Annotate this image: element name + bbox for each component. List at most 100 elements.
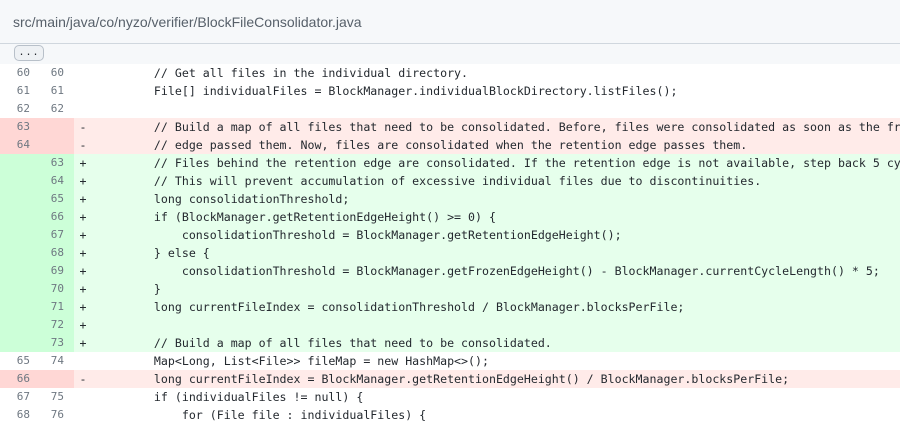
gutter-spacer xyxy=(64,352,74,370)
diff-line-added: 65 + long consolidationThreshold; xyxy=(0,190,900,208)
diff-line-context: 65 74 Map<Long, List<File>> fileMap = new… xyxy=(0,352,900,370)
new-line-number[interactable]: 75 xyxy=(30,388,64,406)
old-line-number[interactable] xyxy=(0,280,30,298)
new-line-number[interactable]: 74 xyxy=(30,352,64,370)
old-line-number[interactable] xyxy=(0,190,30,208)
old-line-number[interactable] xyxy=(0,334,30,352)
diff-sign: + xyxy=(74,244,92,262)
code-text: File[] individualFiles = BlockManager.in… xyxy=(126,84,678,98)
diff-line-added: 63 + // Files behind the retention edge a… xyxy=(0,154,900,172)
new-line-number[interactable]: 71 xyxy=(30,298,64,316)
gutter-spacer xyxy=(64,100,74,118)
new-line-number[interactable]: 70 xyxy=(30,280,64,298)
diff-sign xyxy=(74,388,92,406)
code-text: // This will prevent accumulation of exc… xyxy=(92,172,900,190)
diff-sign: + xyxy=(74,334,92,352)
new-line-number[interactable]: 62 xyxy=(30,100,64,118)
diff-line-context: 62 62 xyxy=(0,100,900,118)
new-line-number[interactable]: 67 xyxy=(30,226,64,244)
old-line-number[interactable]: 61 xyxy=(0,82,30,100)
gutter-spacer xyxy=(64,172,74,190)
diff-sign: + xyxy=(74,316,92,334)
code-text: consolidationThreshold = BlockManager.ge… xyxy=(92,262,900,280)
old-line-number[interactable] xyxy=(0,226,30,244)
code-text: // Build a map of all files that need to… xyxy=(92,334,900,352)
code-text: if (BlockManager.getRetentionEdgeHeight(… xyxy=(92,208,900,226)
old-line-number[interactable] xyxy=(0,172,30,190)
diff-sign xyxy=(74,64,92,82)
new-line-number[interactable] xyxy=(30,136,64,154)
diff-sign: + xyxy=(74,208,92,226)
gutter-spacer xyxy=(64,244,74,262)
gutter-spacer xyxy=(64,298,74,316)
diff-sign xyxy=(74,406,92,424)
gutter-spacer xyxy=(64,406,74,424)
old-line-number[interactable]: 64 xyxy=(0,136,30,154)
old-line-number[interactable]: 62 xyxy=(0,100,30,118)
code-text: } xyxy=(92,280,900,298)
gutter-spacer xyxy=(64,154,74,172)
new-line-number[interactable]: 76 xyxy=(30,406,64,424)
old-line-number[interactable] xyxy=(0,298,30,316)
diff-line-added: 69 + consolidationThreshold = BlockManage… xyxy=(0,262,900,280)
code-text: long currentFileIndex = BlockManager.get… xyxy=(92,370,900,388)
code-text: Map<Long, List<File>> fileMap = new Hash… xyxy=(126,354,489,368)
gutter-spacer xyxy=(64,262,74,280)
code-text: // Files behind the retention edge are c… xyxy=(92,154,900,172)
diff-sign: + xyxy=(74,262,92,280)
new-line-number[interactable]: 65 xyxy=(30,190,64,208)
diff-line-added: 72 + xyxy=(0,316,900,334)
new-line-number[interactable]: 64 xyxy=(30,172,64,190)
diff-line-deleted: 63 - // Build a map of all files that nee… xyxy=(0,118,900,136)
gutter-spacer xyxy=(64,370,74,388)
diff-sign: + xyxy=(74,172,92,190)
diff-line-added: 70 + } xyxy=(0,280,900,298)
new-line-number[interactable]: 63 xyxy=(30,154,64,172)
diff-body: 60 60 // Get all files in the individual … xyxy=(0,64,900,424)
new-line-number[interactable]: 69 xyxy=(30,262,64,280)
old-line-number[interactable]: 60 xyxy=(0,64,30,82)
new-line-number[interactable]: 66 xyxy=(30,208,64,226)
diff-sign xyxy=(74,352,92,370)
diff-sign: + xyxy=(74,298,92,316)
new-line-number[interactable] xyxy=(30,118,64,136)
diff-sign: - xyxy=(74,370,92,388)
old-line-number[interactable] xyxy=(0,208,30,226)
diff-sign: - xyxy=(74,118,92,136)
gutter-spacer xyxy=(64,82,74,100)
code-text: // Get all files in the individual direc… xyxy=(126,66,469,80)
diff-line-added: 73 + // Build a map of all files that nee… xyxy=(0,334,900,352)
hunk-expander-row: ... xyxy=(0,44,900,64)
old-line-number[interactable]: 66 xyxy=(0,370,30,388)
diff-line-added: 71 + long currentFileIndex = consolidatio… xyxy=(0,298,900,316)
old-line-number[interactable]: 67 xyxy=(0,388,30,406)
new-line-number[interactable]: 61 xyxy=(30,82,64,100)
diff-line-deleted: 64 - // edge passed them. Now, files are … xyxy=(0,136,900,154)
old-line-number[interactable]: 63 xyxy=(0,118,30,136)
diff-line-added: 66 + if (BlockManager.getRetentionEdgeHei… xyxy=(0,208,900,226)
old-line-number[interactable]: 65 xyxy=(0,352,30,370)
diff-line-context: 68 76 for (File file : individualFiles) { xyxy=(0,406,900,424)
diff-sign: + xyxy=(74,280,92,298)
code-text: } else { xyxy=(92,244,900,262)
diff-sign: + xyxy=(74,226,92,244)
old-line-number[interactable] xyxy=(0,244,30,262)
diff-sign xyxy=(74,100,92,118)
old-line-number[interactable]: 68 xyxy=(0,406,30,424)
expand-context-button[interactable]: ... xyxy=(14,45,44,61)
gutter-spacer xyxy=(64,118,74,136)
new-line-number[interactable]: 68 xyxy=(30,244,64,262)
gutter-spacer xyxy=(64,64,74,82)
new-line-number[interactable] xyxy=(30,370,64,388)
old-line-number[interactable] xyxy=(0,262,30,280)
code-text: for (File file : individualFiles) { xyxy=(126,408,427,422)
new-line-number[interactable]: 73 xyxy=(30,334,64,352)
old-line-number[interactable] xyxy=(0,154,30,172)
file-path[interactable]: src/main/java/co/nyzo/verifier/BlockFile… xyxy=(13,14,362,30)
new-line-number[interactable]: 72 xyxy=(30,316,64,334)
new-line-number[interactable]: 60 xyxy=(30,64,64,82)
code-text: long consolidationThreshold; xyxy=(92,190,900,208)
code-text xyxy=(92,316,900,334)
old-line-number[interactable] xyxy=(0,316,30,334)
